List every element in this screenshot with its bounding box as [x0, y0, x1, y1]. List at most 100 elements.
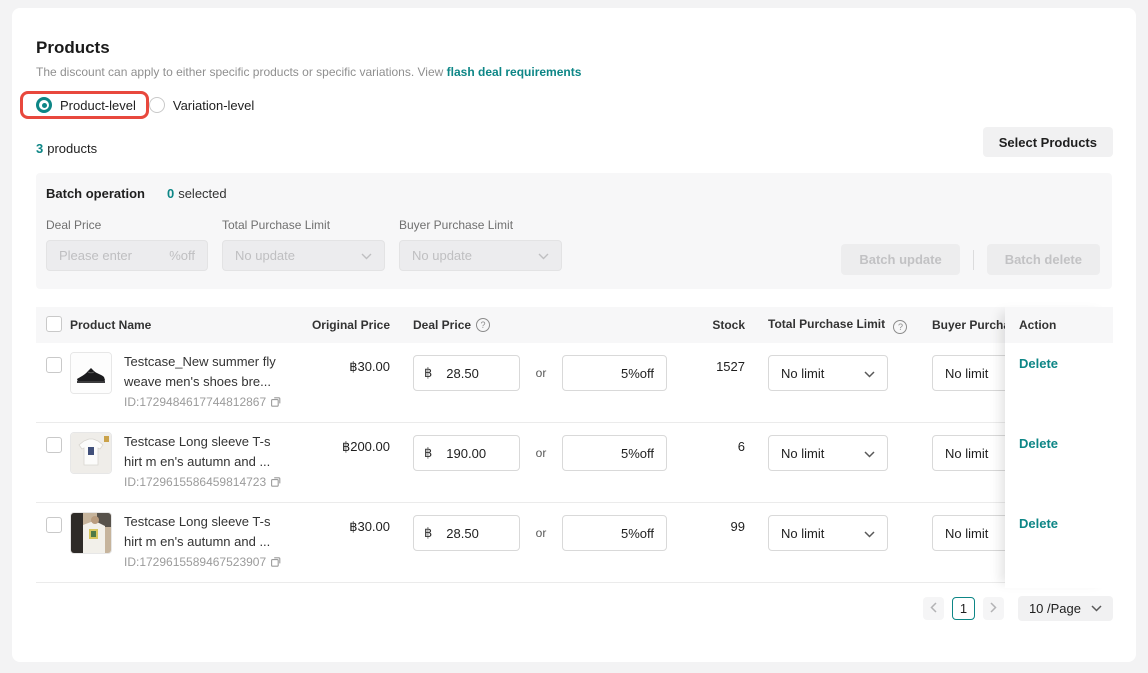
- batch-deal-price-label: Deal Price: [46, 218, 208, 232]
- total-limit-value: No limit: [781, 366, 824, 381]
- header-total-limit-label: Total Purchase Limit: [768, 317, 885, 331]
- batch-deal-price-input[interactable]: Please enter %off: [46, 240, 208, 271]
- select-all-checkbox[interactable]: [46, 316, 62, 332]
- batch-total-limit-select[interactable]: No update: [222, 240, 385, 271]
- radio-unselected-icon: [149, 97, 165, 113]
- currency-symbol: ฿: [424, 525, 432, 541]
- chevron-down-icon: [864, 446, 875, 461]
- batch-deal-price-suffix: %off: [169, 248, 195, 263]
- deal-price-value: 190.00: [446, 446, 486, 461]
- batch-operation-panel: Batch operation 0 selected Deal Price Ple…: [36, 173, 1112, 289]
- help-icon[interactable]: ?: [893, 320, 907, 334]
- or-label: or: [533, 366, 549, 380]
- currency-symbol: ฿: [424, 445, 432, 461]
- or-label: or: [533, 446, 549, 460]
- radio-variation-level[interactable]: Variation-level: [149, 97, 254, 113]
- select-products-button[interactable]: Select Products: [983, 127, 1113, 157]
- chevron-right-icon: [990, 601, 997, 616]
- total-limit-value: No limit: [781, 446, 824, 461]
- copy-icon[interactable]: [270, 556, 282, 568]
- percent-off-input[interactable]: 5%off: [562, 515, 667, 551]
- percent-off-input[interactable]: 5%off: [562, 355, 667, 391]
- header-total-purchase-limit: Total Purchase Limit ?: [768, 317, 932, 334]
- delete-link[interactable]: Delete: [1019, 436, 1058, 451]
- total-limit-select[interactable]: No limit: [768, 435, 888, 471]
- batch-buyer-limit-select[interactable]: No update: [399, 240, 562, 271]
- level-selector: Product-level Variation-level: [20, 90, 1112, 120]
- batch-update-button[interactable]: Batch update: [841, 244, 959, 275]
- page-subtitle: The discount can apply to either specifi…: [36, 65, 1112, 79]
- batch-delete-button[interactable]: Batch delete: [987, 244, 1100, 275]
- next-page-button[interactable]: [983, 597, 1004, 620]
- copy-icon[interactable]: [270, 476, 282, 488]
- radio-selected-icon: [36, 97, 52, 113]
- batch-selected-count: 0 selected: [167, 186, 227, 201]
- row-checkbox[interactable]: [46, 517, 62, 533]
- product-name-line2: weave men's shoes bre...: [124, 372, 292, 392]
- subtitle-text: The discount can apply to either specifi…: [36, 65, 443, 79]
- products-count: 3products: [36, 141, 1112, 156]
- table-header-row: Product Name Original Price Deal Price ?…: [36, 307, 1113, 343]
- header-action: Action: [1005, 307, 1113, 343]
- delete-link[interactable]: Delete: [1019, 516, 1058, 531]
- product-image-tshirt: [70, 432, 112, 474]
- help-icon[interactable]: ?: [476, 318, 490, 332]
- percent-off-value: 5%off: [621, 366, 654, 381]
- deal-price-input[interactable]: ฿ 28.50: [413, 515, 520, 551]
- row-checkbox[interactable]: [46, 357, 62, 373]
- products-count-number: 3: [36, 141, 43, 156]
- buyer-limit-value: No limit: [945, 366, 988, 381]
- chevron-down-icon: [1091, 605, 1102, 612]
- product-id: ID:1729615589467523907: [124, 555, 292, 569]
- flash-deal-requirements-link[interactable]: flash deal requirements: [447, 65, 582, 79]
- page-size-select[interactable]: 10 /Page: [1018, 596, 1113, 621]
- percent-off-value: 5%off: [621, 526, 654, 541]
- batch-buyer-limit-label: Buyer Purchase Limit: [399, 218, 562, 232]
- product-image-shoes: [70, 352, 112, 394]
- product-name: Testcase Long sleeve T-s hirt m en's aut…: [124, 512, 292, 552]
- product-id-text: ID:1729615586459814723: [124, 475, 266, 489]
- products-table: Product Name Original Price Deal Price ?…: [36, 307, 1113, 583]
- total-limit-value: No limit: [781, 526, 824, 541]
- radio-variation-level-label: Variation-level: [173, 98, 254, 113]
- divider: [973, 250, 974, 270]
- chevron-left-icon: [930, 601, 937, 616]
- batch-total-limit-value: No update: [235, 248, 295, 263]
- product-level-highlight-box: Product-level: [20, 91, 149, 119]
- total-limit-select[interactable]: No limit: [768, 515, 888, 551]
- chevron-down-icon: [538, 248, 549, 263]
- batch-operation-title: Batch operation: [46, 186, 145, 201]
- original-price: ฿30.00: [306, 359, 390, 375]
- product-name: Testcase_New summer fly weave men's shoe…: [124, 352, 292, 392]
- original-price: ฿200.00: [306, 439, 390, 455]
- batch-selected-number: 0: [167, 186, 174, 201]
- header-deal-price-label: Deal Price: [413, 318, 471, 332]
- batch-total-limit-label: Total Purchase Limit: [222, 218, 385, 232]
- radio-product-level[interactable]: Product-level: [36, 97, 136, 113]
- deal-price-input[interactable]: ฿ 190.00: [413, 435, 520, 471]
- chevron-down-icon: [864, 366, 875, 381]
- batch-selected-label: selected: [178, 186, 226, 201]
- product-name-line1: Testcase Long sleeve T-s: [124, 432, 292, 452]
- delete-link[interactable]: Delete: [1019, 356, 1058, 371]
- page-size-value: 10 /Page: [1029, 601, 1081, 616]
- products-card: Products The discount can apply to eithe…: [12, 8, 1136, 662]
- deal-price-value: 28.50: [446, 366, 479, 381]
- deal-price-input[interactable]: ฿ 28.50: [413, 355, 520, 391]
- row-checkbox[interactable]: [46, 437, 62, 453]
- table-row: Testcase_New summer fly weave men's shoe…: [36, 343, 1113, 423]
- product-id-text: ID:1729615589467523907: [124, 555, 266, 569]
- total-limit-select[interactable]: No limit: [768, 355, 888, 391]
- header-original-price: Original Price: [306, 318, 390, 332]
- prev-page-button[interactable]: [923, 597, 944, 620]
- product-id-text: ID:1729484617744812867: [124, 395, 266, 409]
- product-name-line1: Testcase Long sleeve T-s: [124, 512, 292, 532]
- current-page[interactable]: 1: [952, 597, 975, 620]
- currency-symbol: ฿: [424, 365, 432, 381]
- product-name-line2: hirt m en's autumn and ...: [124, 532, 292, 552]
- product-name: Testcase Long sleeve T-s hirt m en's aut…: [124, 432, 292, 472]
- or-label: or: [533, 526, 549, 540]
- buyer-limit-value: No limit: [945, 526, 988, 541]
- percent-off-input[interactable]: 5%off: [562, 435, 667, 471]
- copy-icon[interactable]: [270, 396, 282, 408]
